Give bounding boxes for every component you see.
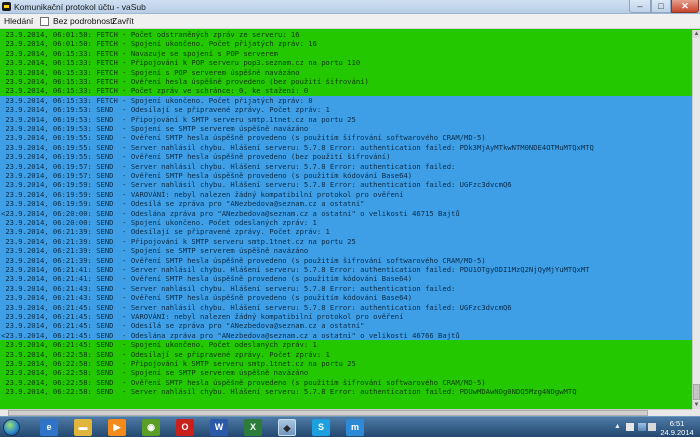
log-row[interactable]: 23.9.2014, 06:19:53: SEND - Připojování … bbox=[0, 114, 692, 124]
log-row[interactable]: 23.9.2014, 06:22:58: SEND - Spojení se S… bbox=[0, 368, 692, 377]
vertical-scroll-thumb[interactable] bbox=[693, 384, 700, 400]
log-row[interactable]: 23.9.2014, 06:22:58: SEND - Server nahlá… bbox=[0, 387, 692, 396]
protocol-log-list[interactable]: 23.9.2014, 06:01:50: FETCH - Počet odstr… bbox=[0, 30, 692, 409]
log-row[interactable]: 23.9.2014, 06:19:57: SEND - Ověření SMTP… bbox=[0, 171, 692, 181]
log-row[interactable]: 23.9.2014, 06:21:41: SEND - Ověření SMTP… bbox=[0, 274, 692, 284]
log-row[interactable]: 23.9.2014, 06:19:57: SEND - Server nahlá… bbox=[0, 161, 692, 171]
maxthon-icon[interactable]: m bbox=[346, 419, 364, 436]
scroll-up-arrow-icon[interactable]: ▲ bbox=[693, 30, 700, 38]
log-row[interactable]: 23.9.2014, 06:21:45: SEND - Odesílá se z… bbox=[0, 321, 692, 331]
taskbar: e ▬ ▶ ◉ O W X ◆ Sm ▲ 6:51 24.9.2014 bbox=[0, 416, 700, 437]
log-row[interactable]: 23.9.2014, 06:15:33: FETCH - Spojení uko… bbox=[0, 95, 692, 106]
network-icon[interactable] bbox=[638, 423, 646, 431]
log-row[interactable]: 23.9.2014, 06:21:39: SEND - Ověření SMTP… bbox=[0, 255, 692, 265]
log-row[interactable]: 23.9.2014, 06:15:33: FETCH - Navazuje se… bbox=[0, 49, 692, 58]
vasub-icon[interactable]: ◆ bbox=[278, 419, 296, 436]
no-details-checkbox[interactable] bbox=[40, 17, 49, 26]
log-row[interactable]: 23.9.2014, 06:19:53: SEND - Spojení se S… bbox=[0, 124, 692, 134]
nvidia-icon[interactable]: ◉ bbox=[142, 419, 160, 436]
start-button[interactable] bbox=[3, 419, 20, 436]
log-row[interactable]: 23.9.2014, 06:21:39: SEND - Spojení se S… bbox=[0, 246, 692, 256]
tray-expand-icon[interactable]: ▲ bbox=[614, 423, 621, 430]
log-row[interactable]: 23.9.2014, 06:20:00: SEND - Spojení ukon… bbox=[0, 218, 692, 228]
scrollbar-corner bbox=[692, 409, 700, 416]
media-player-icon[interactable]: ▶ bbox=[108, 419, 126, 436]
log-row[interactable]: 23.9.2014, 06:22:58: SEND - Ověření SMTP… bbox=[0, 378, 692, 387]
vasub-app-icon bbox=[2, 2, 11, 11]
close-window-button[interactable]: ✕ bbox=[671, 0, 699, 13]
clock[interactable]: 6:51 24.9.2014 bbox=[657, 419, 697, 437]
word-icon[interactable]: W bbox=[210, 419, 228, 436]
log-row[interactable]: 23.9.2014, 06:19:59: SEND - Odesílá se z… bbox=[0, 199, 692, 209]
log-row[interactable]: 23.9.2014, 06:19:55: SEND - Ověření SMTP… bbox=[0, 133, 692, 143]
log-row[interactable]: 23.9.2014, 06:21:39: SEND - Odesílají se… bbox=[0, 227, 692, 237]
log-row[interactable]: 23.9.2014, 06:22:58: SEND - Připojování … bbox=[0, 359, 692, 368]
log-row[interactable]: 23.9.2014, 06:21:45: SEND - Spojení ukon… bbox=[0, 340, 692, 349]
log-row[interactable]: 23.9.2014, 06:19:53: SEND - Odesílají se… bbox=[0, 105, 692, 115]
clock-time: 6:51 bbox=[669, 419, 685, 428]
clock-date: 24.9.2014 bbox=[660, 428, 694, 437]
scroll-down-arrow-icon[interactable]: ▼ bbox=[693, 401, 700, 409]
volume-icon[interactable] bbox=[648, 423, 656, 431]
vertical-scrollbar[interactable]: ▲ ▼ bbox=[692, 30, 700, 409]
log-row[interactable]: 23.9.2014, 06:21:45: SEND - Server nahlá… bbox=[0, 302, 692, 312]
internet-explorer-icon[interactable]: e bbox=[40, 419, 58, 436]
log-row[interactable]: 23.9.2014, 06:21:43: SEND - Ověření SMTP… bbox=[0, 293, 692, 303]
log-row[interactable]: 23.9.2014, 06:15:33: FETCH - Počet zpráv… bbox=[0, 86, 692, 95]
menu-search[interactable]: Hledání bbox=[4, 16, 33, 27]
title-bar: Komunikační protokol účtu - vaSub – □ ✕ bbox=[0, 0, 700, 14]
action-center-icon[interactable] bbox=[626, 423, 634, 431]
opera-icon[interactable]: O bbox=[176, 419, 194, 436]
window-title: Komunikační protokol účtu - vaSub bbox=[14, 2, 146, 12]
log-row[interactable]: 23.9.2014, 06:01:50: FETCH - Počet odstr… bbox=[0, 30, 692, 39]
log-row[interactable]: 23.9.2014, 06:21:41: SEND - Server nahlá… bbox=[0, 265, 692, 275]
log-row[interactable]: 23.9.2014, 06:21:39: SEND - Připojování … bbox=[0, 236, 692, 247]
menu-close[interactable]: Zavřít bbox=[112, 16, 134, 27]
log-row[interactable]: 23.9.2014, 06:19:55: SEND - Ověření SMTP… bbox=[0, 152, 692, 162]
maximize-button[interactable]: □ bbox=[651, 0, 671, 13]
log-row[interactable]: 23.9.2014, 06:19:59: SEND - VAROVÁNÍ: ne… bbox=[0, 189, 692, 200]
log-row[interactable]: 23.9.2014, 06:15:33: FETCH - Připojování… bbox=[0, 58, 692, 67]
log-row[interactable]: <23.9.2014, 06:20:00: SEND - Odeslána zp… bbox=[0, 208, 692, 218]
log-row[interactable]: 23.9.2014, 06:21:45: SEND - VAROVÁNÍ: ne… bbox=[0, 312, 692, 322]
excel-icon[interactable]: X bbox=[244, 419, 262, 436]
skype-icon[interactable]: S bbox=[312, 419, 330, 436]
log-row[interactable]: 23.9.2014, 06:19:55: SEND - Server nahlá… bbox=[0, 142, 692, 153]
log-row[interactable]: 23.9.2014, 06:01:50: FETCH - Spojení uko… bbox=[0, 39, 692, 48]
log-row[interactable]: 23.9.2014, 06:22:58: SEND - Odesílají se… bbox=[0, 350, 692, 359]
log-row[interactable]: 23.9.2014, 06:21:43: SEND - Server nahlá… bbox=[0, 283, 692, 294]
menu-bar: Hledání Bez podrobností Zavřít bbox=[0, 14, 700, 29]
menu-no-details[interactable]: Bez podrobností bbox=[53, 16, 115, 27]
folder-icon[interactable]: ▬ bbox=[74, 419, 92, 436]
log-row[interactable]: 23.9.2014, 06:15:33: FETCH - Spojení s P… bbox=[0, 68, 692, 77]
log-row[interactable]: 23.9.2014, 06:15:33: FETCH - Ověření hes… bbox=[0, 77, 692, 86]
horizontal-scrollbar[interactable] bbox=[0, 409, 692, 416]
system-tray: ▲ bbox=[614, 420, 656, 435]
minimize-button[interactable]: – bbox=[629, 0, 651, 13]
log-row[interactable]: 23.9.2014, 06:19:59: SEND - Server nahlá… bbox=[0, 180, 692, 190]
log-row[interactable]: <23.9.2014, 06:21:45: SEND - Odeslána zp… bbox=[0, 330, 692, 341]
